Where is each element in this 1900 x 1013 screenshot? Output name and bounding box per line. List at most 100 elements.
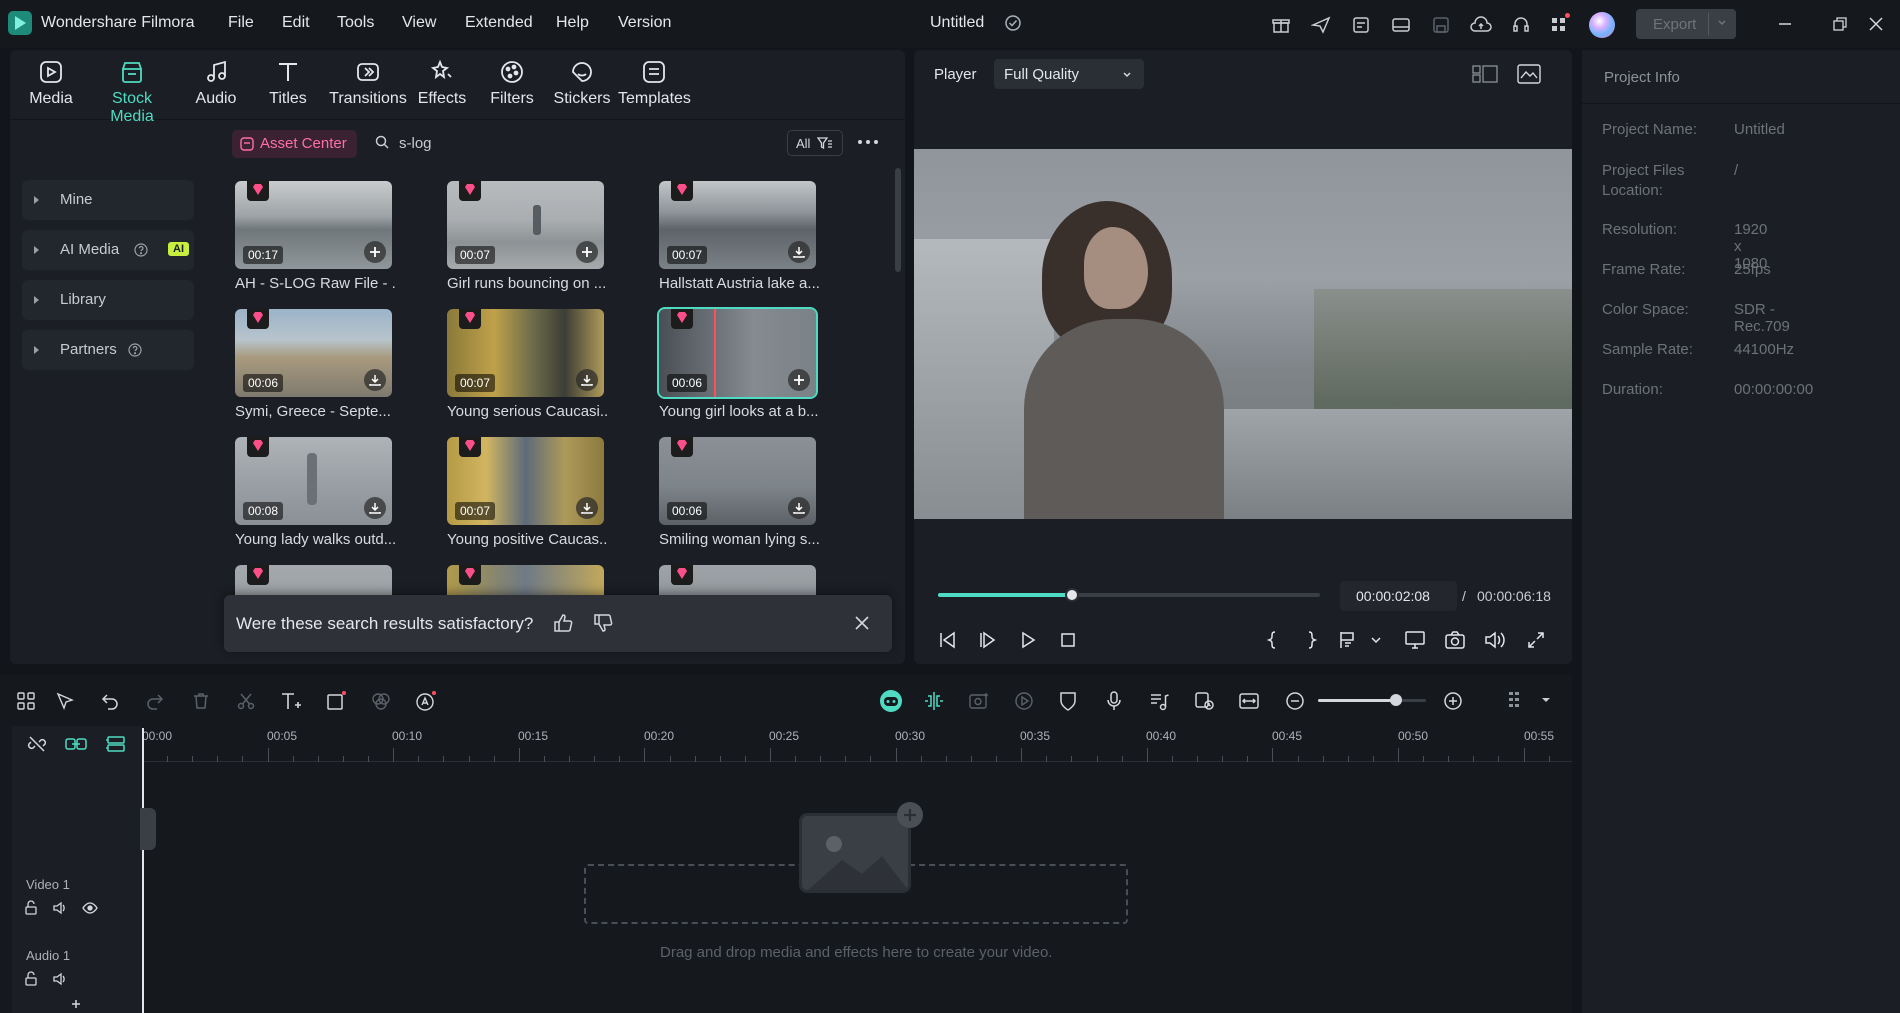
previous-frame-icon[interactable]	[938, 630, 958, 650]
crop-icon[interactable]	[323, 688, 349, 714]
gift-icon[interactable]	[1268, 12, 1294, 38]
speaker-icon[interactable]	[52, 971, 68, 987]
tab-stickers[interactable]: Stickers	[550, 56, 614, 114]
help-icon[interactable]	[128, 343, 142, 357]
avatar[interactable]	[1589, 12, 1615, 38]
asset-card[interactable]: 00:06 Young girl looks at a b...	[657, 307, 819, 420]
add-track-icon[interactable]	[70, 998, 82, 1010]
shield-icon[interactable]	[1055, 688, 1081, 714]
music-list-icon[interactable]	[1146, 688, 1172, 714]
delete-icon[interactable]	[188, 688, 214, 714]
download-icon[interactable]	[364, 369, 386, 391]
speed-icon[interactable]	[1011, 688, 1037, 714]
add-icon[interactable]	[788, 369, 810, 391]
ai-tools-icon[interactable]	[413, 688, 439, 714]
headset-icon[interactable]	[1508, 12, 1534, 38]
menu-edit[interactable]: Edit	[282, 14, 310, 32]
fit-timeline-icon[interactable]	[1236, 688, 1262, 714]
select-tool-icon[interactable]	[52, 688, 78, 714]
snapshot-icon[interactable]	[1444, 630, 1466, 650]
scope-icon[interactable]	[1517, 63, 1541, 85]
download-icon[interactable]	[576, 497, 598, 519]
more-options-icon[interactable]	[856, 134, 880, 150]
download-icon[interactable]	[788, 241, 810, 263]
color-match-icon[interactable]	[368, 688, 394, 714]
asset-card[interactable]: 00:07 Hallstatt Austria lake a...	[659, 181, 819, 292]
tab-transitions[interactable]: Transitions	[328, 56, 408, 114]
layout-grid-icon[interactable]	[13, 688, 39, 714]
asset-card[interactable]: 00:08 Young lady walks outd...	[235, 437, 395, 548]
download-icon[interactable]	[788, 497, 810, 519]
marker-icon[interactable]	[1338, 630, 1360, 650]
playhead[interactable]	[142, 728, 144, 1013]
asset-card[interactable]: 00:06 Symi, Greece - Septe...	[235, 309, 395, 420]
zoom-out-icon[interactable]	[1282, 688, 1308, 714]
chevron-down-icon[interactable]	[1541, 696, 1551, 704]
mark-out-icon[interactable]	[1302, 630, 1322, 650]
menu-view[interactable]: View	[402, 14, 436, 32]
asset-card[interactable]: 00:07 Young positive Caucas...	[447, 437, 607, 548]
add-icon[interactable]	[364, 241, 386, 263]
lock-icon[interactable]	[23, 900, 39, 916]
stop-icon[interactable]	[1058, 630, 1078, 650]
tab-templates[interactable]: Templates	[618, 56, 691, 114]
sidebar-item-ai-media[interactable]: AI Media AI	[22, 230, 194, 270]
playback-progress[interactable]	[938, 588, 1320, 602]
speaker-icon[interactable]	[52, 900, 68, 916]
link-clips-icon[interactable]	[63, 731, 89, 757]
apps-grid-icon[interactable]	[1546, 12, 1572, 38]
layout-icon[interactable]	[1388, 12, 1414, 38]
asset-card[interactable]: 00:07 Girl runs bouncing on ...	[447, 181, 607, 292]
send-icon[interactable]	[1308, 12, 1334, 38]
chevron-down-icon[interactable]	[1370, 635, 1382, 645]
minimize-icon[interactable]	[1775, 14, 1795, 34]
replace-clip-icon[interactable]	[1191, 688, 1217, 714]
add-media-icon[interactable]	[897, 802, 923, 828]
cloud-upload-icon[interactable]	[1468, 12, 1494, 38]
track-manager-icon[interactable]	[103, 731, 129, 757]
play-icon[interactable]	[1018, 630, 1038, 650]
asset-card[interactable]: 00:17 AH - S-LOG Raw File - ...	[235, 181, 395, 292]
fullscreen-icon[interactable]	[1526, 630, 1546, 650]
media-manager-icon[interactable]	[1348, 12, 1374, 38]
timeline-ruler[interactable]	[142, 726, 1572, 762]
sidebar-item-library[interactable]: Library	[22, 280, 194, 320]
asset-card[interactable]: 00:07 Young serious Caucasi...	[447, 309, 607, 420]
close-icon[interactable]	[854, 615, 870, 631]
download-icon[interactable]	[576, 369, 598, 391]
zoom-slider[interactable]	[1318, 694, 1426, 706]
lock-icon[interactable]	[23, 971, 39, 987]
keyframe-icon[interactable]	[966, 688, 992, 714]
progress-handle[interactable]	[1064, 588, 1079, 602]
thumbs-up-icon[interactable]	[552, 612, 574, 634]
menu-help[interactable]: Help	[556, 14, 589, 32]
asset-card[interactable]: 00:06 Smiling woman lying s...	[659, 437, 819, 548]
microphone-icon[interactable]	[1101, 688, 1127, 714]
sidebar-item-partners[interactable]: Partners	[22, 330, 194, 370]
tab-audio[interactable]: Audio	[188, 56, 244, 114]
menu-file[interactable]: File	[228, 14, 254, 32]
mark-in-icon[interactable]	[1262, 630, 1282, 650]
asset-center-button[interactable]: Asset Center	[232, 130, 357, 158]
grid-view-icon[interactable]	[1472, 64, 1498, 84]
tab-filters[interactable]: Filters	[480, 56, 544, 114]
playhead-grip[interactable]	[140, 808, 156, 850]
tab-effects[interactable]: Effects	[410, 56, 474, 114]
filter-button[interactable]: All	[787, 130, 843, 156]
restore-icon[interactable]	[1830, 14, 1850, 34]
quality-select[interactable]: Full Quality	[994, 59, 1144, 89]
tab-media[interactable]: Media	[20, 56, 82, 114]
menu-version[interactable]: Version	[618, 14, 671, 32]
zoom-in-icon[interactable]	[1440, 688, 1466, 714]
undo-icon[interactable]	[97, 688, 123, 714]
current-time-field[interactable]: 00:00:02:08	[1340, 581, 1457, 611]
sidebar-item-mine[interactable]: Mine	[22, 180, 194, 220]
link-off-icon[interactable]	[24, 731, 50, 757]
menu-extended[interactable]: Extended	[465, 14, 533, 32]
scrollbar[interactable]	[895, 168, 901, 272]
volume-icon[interactable]	[1484, 630, 1506, 650]
thumbs-down-icon[interactable]	[592, 612, 614, 634]
add-icon[interactable]	[576, 241, 598, 263]
close-window-icon[interactable]	[1866, 14, 1886, 34]
display-icon[interactable]	[1404, 630, 1426, 650]
